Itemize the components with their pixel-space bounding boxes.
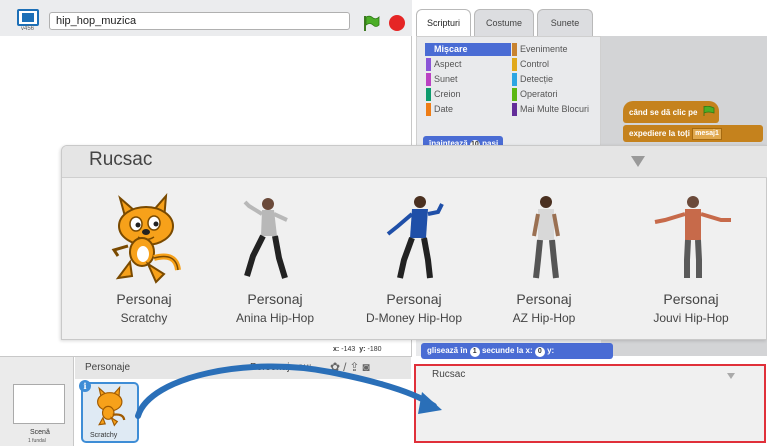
backpack-item-name: D-Money Hip-Hop [365,311,463,325]
backpack-item-type: Personaj [516,291,572,307]
x-label: x: [333,346,340,353]
block-text: expediere la toți [629,129,690,138]
backpack-item-name: Anina Hip-Hop [235,311,315,325]
upload-sprite-icon[interactable]: ⇪ [349,360,362,374]
dancer-figure-image [243,198,288,279]
category-label: Operatori [520,89,558,99]
category-label: Control [520,59,550,69]
scratch-cat-image [111,193,181,284]
stop-icon[interactable] [389,15,405,31]
block-text: glisează în [427,346,468,355]
category-sensing[interactable]: Detecție [511,73,597,86]
backpack-collapsed[interactable] [414,364,766,443]
glide-block[interactable]: glisează în 1 secunde la x: 0 y: [421,343,613,359]
backpack-item-jouvi[interactable]: Personaj Jouvi Hip-Hop [621,190,761,330]
category-label: Mișcare [434,44,468,54]
category-more-blocks[interactable]: Mai Multe Blocuri [511,103,597,116]
category-label: Creion [434,89,461,99]
stage-thumbnail[interactable] [13,384,65,424]
tab-scripts[interactable]: Scripturi [416,9,471,36]
chevron-down-icon[interactable] [727,373,735,379]
backpack-item-type: Personaj [663,291,719,307]
category-sound[interactable]: Sunet [425,73,511,86]
category-label: Mai Multe Blocuri [520,104,590,114]
category-label: Detecție [520,74,554,84]
stage-backdrop-count: 1 fundal [28,438,46,444]
x-value: -143 [341,346,356,353]
category-motion[interactable]: Mișcare [425,43,511,56]
backpack-item-name: Scratchy [120,311,168,325]
block-text: când se dă clic pe [629,108,698,117]
scratch-cat-thumbnail [97,385,126,427]
green-flag-icon[interactable] [362,14,380,32]
category-events[interactable]: Evenimente [511,43,597,56]
when-flag-clicked-block[interactable]: când se dă clic pe [623,101,719,123]
category-label: Evenimente [520,44,568,54]
version-label: v456 [21,26,35,32]
new-sprite-tools: ✿/⇪◙ [330,360,373,374]
backpack-item-name: Jouvi Hip-Hop [653,311,729,325]
tab-sounds[interactable]: Sunete [537,9,593,36]
green-flag-icon [703,106,715,116]
dancer-figure-image [532,196,560,279]
project-title-input[interactable]: hip_hop_muzica [49,12,350,30]
tab-costumes[interactable]: Costume [474,9,534,36]
mouse-coordinates: x: -143 y: -180 [333,346,386,353]
category-label: Aspect [434,59,462,69]
broadcast-block[interactable]: expediere la toți mesaj1 [623,125,763,142]
glide-x-input[interactable]: 0 [534,347,545,357]
y-label: y: [359,346,366,353]
category-pen[interactable]: Creion [425,88,511,101]
sprites-title: Personaje [85,362,131,373]
backpack-item-dmoney[interactable]: Personaj D-Money Hip-Hop [344,190,484,330]
choose-sprite-icon[interactable]: ✿ [330,360,343,374]
y-value: -180 [367,346,382,353]
dancer-figure-image [386,196,444,279]
category-control[interactable]: Control [511,58,597,71]
backpack-item-name: AZ Hip-Hop [512,311,576,325]
backpack-header[interactable] [62,146,767,178]
backpack-title: Rucsac [89,149,153,170]
dancer-figure-image [654,196,731,278]
backpack-item-anina[interactable]: Personaj Anina Hip-Hop [205,190,345,330]
camera-icon[interactable]: ◙ [362,360,372,374]
glide-seconds-input[interactable]: 1 [469,347,480,357]
backpack-item-az[interactable]: Personaj AZ Hip-Hop [474,190,614,330]
new-sprite-label: Personaj nou: [250,362,312,373]
block-text: secunde la x: [481,346,533,355]
category-label: Sunet [434,74,458,84]
backpack-collapsed-title: Rucsac [432,369,466,380]
category-looks[interactable]: Aspect [425,58,511,71]
block-text: y: [547,346,555,355]
message-dropdown[interactable]: mesaj1 [692,128,722,140]
backpack-item-type: Personaj [116,291,172,307]
stage-label: Scenă [30,429,50,436]
backpack-item-type: Personaj [247,291,303,307]
category-data[interactable]: Date [425,103,511,116]
sprite-tile-label: Scratchy [90,432,118,439]
category-label: Date [434,104,454,114]
backpack-item-scratchy[interactable]: Personaj Scratchy [74,190,214,330]
category-operators[interactable]: Operatori [511,88,597,101]
chevron-down-icon[interactable] [631,156,645,167]
backpack-item-type: Personaj [386,291,442,307]
